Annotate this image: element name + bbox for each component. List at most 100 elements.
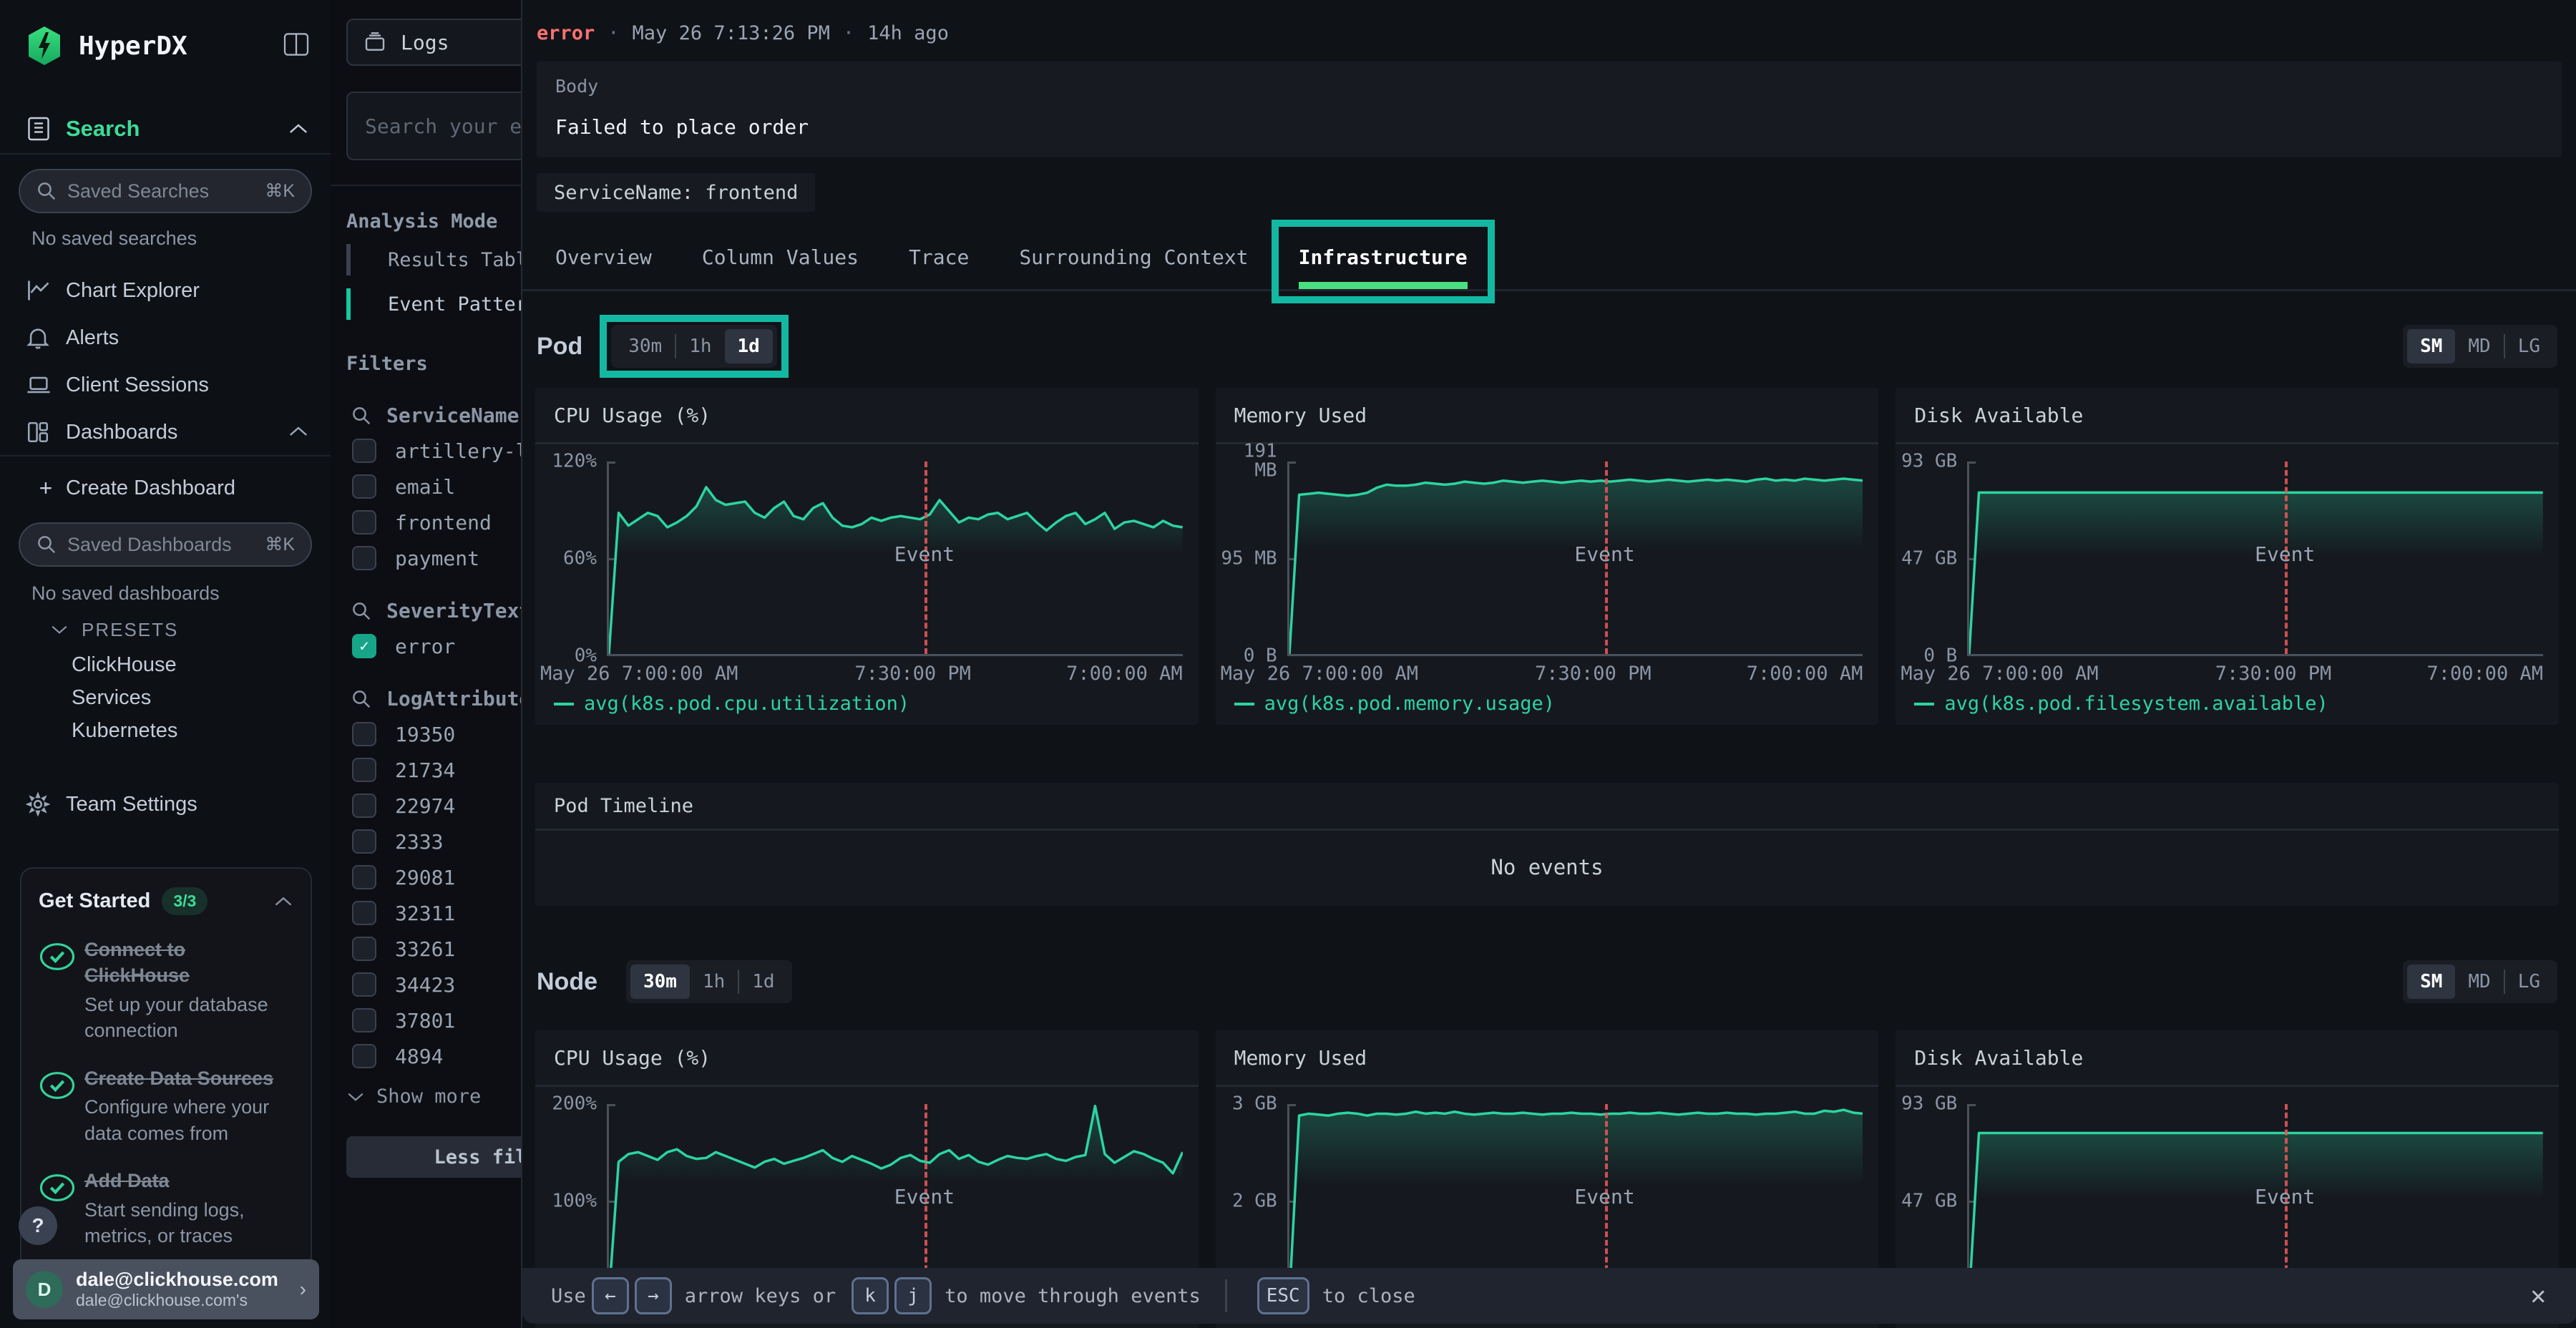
event-search-placeholder: Search your events (365, 114, 521, 138)
chart-legend: avg(k8s.pod.memory.usage) (1234, 693, 1555, 715)
y-axis-tick: 120% (552, 451, 597, 471)
filter-option[interactable]: 33261 (346, 937, 521, 961)
filter-option[interactable]: payment (346, 546, 521, 570)
check-circle-icon (39, 1065, 84, 1146)
k-key[interactable]: k (852, 1277, 889, 1314)
filter-option[interactable]: artillery-loadgen (346, 439, 521, 463)
filter-option[interactable]: 22974 (346, 794, 521, 818)
pod-range-30m[interactable]: 30m (615, 329, 675, 363)
preset-item[interactable]: ClickHouse (72, 648, 309, 681)
saved-searches-input[interactable]: Saved Searches ⌘K (19, 169, 312, 213)
collapse-sidebar-icon[interactable] (283, 33, 309, 59)
sidebar-item-search[interactable]: Search (26, 109, 309, 149)
checkbox[interactable] (352, 510, 376, 534)
source-select[interactable]: Logs (346, 19, 521, 66)
saved-dashboards-input[interactable]: Saved Dashboards ⌘K (19, 522, 312, 567)
service-name-chip[interactable]: ServiceName: frontend (537, 173, 815, 212)
checkbox[interactable] (352, 758, 376, 782)
checkbox[interactable] (352, 865, 376, 889)
checkbox[interactable] (352, 937, 376, 961)
divider (331, 185, 521, 186)
filter-option[interactable]: 4894 (346, 1044, 521, 1068)
node-range-30m[interactable]: 30m (630, 965, 690, 999)
filter-option[interactable]: email (346, 474, 521, 499)
get-started-item[interactable]: Connect to ClickHouseSet up your databas… (39, 937, 293, 1044)
node-size-md[interactable]: MD (2455, 965, 2503, 999)
get-started-item[interactable]: Add DataStart sending logs, metrics, or … (39, 1168, 293, 1249)
filter-option[interactable]: 21734 (346, 758, 521, 782)
filter-option[interactable]: frontend (346, 510, 521, 534)
filter-option[interactable]: 29081 (346, 865, 521, 889)
pod-size-lg[interactable]: LG (2505, 329, 2553, 363)
arrow-left-key[interactable]: ← (592, 1277, 629, 1314)
filter-option[interactable]: 34423 (346, 972, 521, 997)
tab-overview[interactable]: Overview (555, 245, 652, 269)
node-size-sm[interactable]: SM (2407, 965, 2455, 999)
node-size-lg[interactable]: LG (2505, 965, 2553, 999)
close-icon[interactable]: ✕ (2530, 1281, 2546, 1311)
filter-option[interactable]: 32311 (346, 901, 521, 925)
sidebar-item-client-sessions[interactable]: Client Sessions (26, 365, 309, 405)
checkbox[interactable] (352, 1044, 376, 1068)
sidebar-item-dashboards[interactable]: Dashboards (26, 412, 309, 452)
pod-memory-chart: Memory Used191MB95 MB0 BEventMay 26 7:00… (1216, 388, 1879, 725)
tab-surrounding-context[interactable]: Surrounding Context (1019, 245, 1248, 269)
sidebar-item-label: Team Settings (66, 793, 197, 816)
get-started-item-title: Create Data Sources (84, 1065, 293, 1091)
mode-indicator-bar (346, 288, 351, 320)
preset-item[interactable]: Services (72, 681, 309, 714)
filter-group-header[interactable]: LogAttributes (346, 687, 521, 711)
pod-range-1d[interactable]: 1d (725, 329, 773, 363)
chevron-up-icon[interactable] (273, 895, 293, 908)
sidebar-item-chart-explorer[interactable]: Chart Explorer (26, 270, 309, 311)
less-filters-label: Less filters (434, 1146, 521, 1168)
show-more-button[interactable]: Show more (346, 1085, 521, 1108)
checkbox[interactable] (352, 722, 376, 746)
checkbox[interactable] (352, 794, 376, 818)
filter-option[interactable]: ✓error (346, 634, 521, 658)
node-range-1h[interactable]: 1h (690, 965, 738, 999)
preset-item[interactable]: Kubernetes (72, 714, 309, 747)
analysis-mode-results-table[interactable]: Results Table (346, 243, 521, 277)
bell-icon (26, 326, 66, 350)
analysis-mode-event-patterns[interactable]: Event Patterns (346, 287, 521, 321)
checkbox[interactable] (352, 474, 376, 499)
filter-option-label: 33261 (395, 937, 455, 961)
checkbox[interactable]: ✓ (352, 634, 376, 658)
tab-column-values[interactable]: Column Values (702, 245, 859, 269)
arrow-right-key[interactable]: → (635, 1277, 672, 1314)
checkbox[interactable] (352, 1008, 376, 1032)
pod-size-md[interactable]: MD (2455, 329, 2503, 363)
filter-option[interactable]: 37801 (346, 1008, 521, 1032)
pod-range-1h[interactable]: 1h (676, 329, 724, 363)
checkbox[interactable] (352, 972, 376, 997)
node-range-1d[interactable]: 1d (739, 965, 787, 999)
tab-infrastructure[interactable]: Infrastructure (1299, 245, 1468, 269)
checkbox[interactable] (352, 439, 376, 463)
help-button[interactable]: ? (19, 1206, 57, 1245)
sidebar-item-alerts[interactable]: Alerts (26, 318, 309, 358)
create-dashboard-button[interactable]: + Create Dashboard (26, 468, 309, 508)
get-started-item[interactable]: Create Data SourcesConfigure where your … (39, 1065, 293, 1146)
pod-size-sm[interactable]: SM (2407, 329, 2455, 363)
event-search-input[interactable]: Search your events (346, 92, 521, 160)
j-key[interactable]: j (894, 1277, 932, 1314)
filter-group-header[interactable]: SeverityText (346, 599, 521, 622)
event-relative-time: 14h ago (867, 22, 949, 44)
user-menu[interactable]: D dale@clickhouse.com dale@clickhouse.co… (13, 1259, 319, 1319)
filter-group-header[interactable]: ServiceName (346, 404, 521, 427)
show-more-label: Show more (376, 1085, 481, 1108)
less-filters-button[interactable]: Less filters (346, 1136, 521, 1178)
checkbox[interactable] (352, 901, 376, 925)
filter-option[interactable]: 19350 (346, 722, 521, 746)
body-text: Failed to place order (555, 115, 2543, 139)
chevron-right-icon: › (300, 1278, 306, 1301)
checkbox[interactable] (352, 546, 376, 570)
checkbox[interactable] (352, 829, 376, 854)
tab-trace[interactable]: Trace (909, 245, 969, 269)
event-marker-label: Event (2255, 542, 2315, 566)
presets-toggle[interactable]: PRESETS (50, 612, 309, 647)
filter-option[interactable]: 2333 (346, 829, 521, 854)
sidebar-item-team-settings[interactable]: Team Settings (26, 784, 309, 824)
esc-key[interactable]: ESC (1257, 1277, 1309, 1314)
